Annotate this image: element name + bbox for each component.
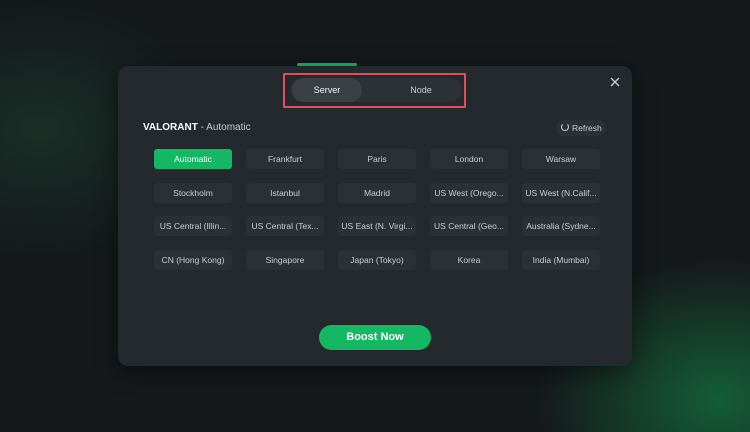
server-option[interactable]: US Central (Illin... <box>154 216 232 236</box>
game-title: VALORANT - Automatic <box>143 122 251 133</box>
tab-node[interactable]: Node <box>386 78 456 102</box>
server-option[interactable]: Singapore <box>246 249 324 270</box>
server-option[interactable]: US Central (Geo... <box>430 216 508 236</box>
server-grid: Automatic Frankfurt Paris London Warsaw Stock… <box>154 149 600 274</box>
game-name: VALORANT <box>143 122 198 133</box>
game-mode: - Automatic <box>197 122 251 133</box>
server-option[interactable]: Paris <box>338 149 416 169</box>
refresh-button[interactable]: Refresh <box>556 120 606 136</box>
server-option[interactable]: Australia (Sydne... <box>522 216 600 236</box>
server-option[interactable]: CN (Hong Kong) <box>154 249 232 270</box>
server-option[interactable]: US East (N. Virgi... <box>338 216 416 236</box>
close-button[interactable] <box>607 74 623 90</box>
boost-now-button[interactable]: Boost Now <box>319 325 431 350</box>
server-option[interactable]: Frankfurt <box>246 149 324 169</box>
refresh-label: Refresh <box>572 123 602 133</box>
server-option[interactable]: Japan (Tokyo) <box>338 249 416 270</box>
server-option[interactable]: Stockholm <box>154 182 232 203</box>
tab-server[interactable]: Server <box>292 78 362 102</box>
server-option[interactable]: India (Mumbai) <box>522 249 600 270</box>
server-select-dialog: Server Node VALORANT - Automatic Refresh… <box>118 66 632 366</box>
refresh-icon <box>561 123 569 131</box>
server-option[interactable]: Automatic <box>154 149 232 169</box>
server-option[interactable]: Korea <box>430 249 508 270</box>
server-option[interactable]: Istanbul <box>246 182 324 203</box>
close-icon <box>610 77 620 87</box>
server-option[interactable]: US Central (Tex... <box>246 216 324 236</box>
server-option[interactable]: London <box>430 149 508 169</box>
server-option[interactable]: US West (Orego... <box>430 182 508 203</box>
server-option[interactable]: Warsaw <box>522 149 600 169</box>
server-option[interactable]: Madrid <box>338 182 416 203</box>
tab-switcher: Server Node <box>290 78 462 102</box>
server-option[interactable]: US West (N.Calif... <box>522 182 600 203</box>
